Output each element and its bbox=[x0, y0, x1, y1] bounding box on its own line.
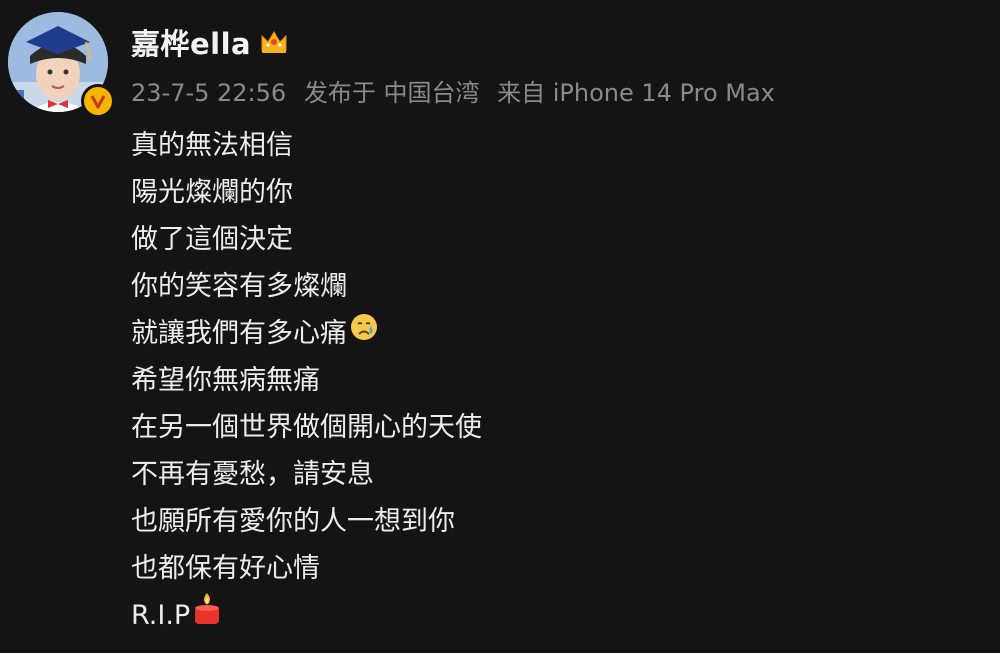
post-line: 希望你無病無痛 bbox=[131, 365, 320, 396]
post-line: 也都保有好心情 bbox=[131, 553, 320, 584]
post-line: 不再有憂愁，請安息 bbox=[131, 459, 374, 490]
post-meta: 23-7-5 22:56 发布于 中国台湾 来自 iPhone 14 Pro M… bbox=[131, 73, 785, 108]
post-content: 真的無法相信 陽光燦爛的你 做了這個決定 你的笑容有多燦爛 就讓我們有多心痛 希… bbox=[131, 122, 971, 639]
post-line: 陽光燦爛的你 bbox=[131, 177, 293, 208]
post-line: 做了這個決定 bbox=[131, 224, 293, 255]
crown-icon bbox=[259, 28, 289, 56]
username[interactable]: 嘉桦ella bbox=[131, 21, 251, 63]
location-label: 发布于 中国台湾 bbox=[303, 79, 480, 107]
device-label: 来自 iPhone 14 Pro Max bbox=[497, 79, 775, 107]
timestamp: 23-7-5 22:56 bbox=[131, 79, 287, 107]
verified-badge-icon bbox=[81, 84, 115, 118]
username-row: 嘉桦ella bbox=[131, 22, 289, 62]
weibo-post: 嘉桦ella 23-7-5 22:56 发布于 中国台湾 来自 iPhone 1… bbox=[0, 0, 1000, 653]
post-line: 也願所有愛你的人一想到你 bbox=[131, 506, 455, 537]
candle-icon bbox=[192, 591, 222, 640]
post-line: 就讓我們有多心痛 bbox=[131, 310, 971, 357]
post-line: R.I.P bbox=[131, 592, 971, 639]
post-line: 真的無法相信 bbox=[131, 130, 293, 161]
post-line: 你的笑容有多燦爛 bbox=[131, 271, 347, 302]
post-line: 在另一個世界做個開心的天使 bbox=[131, 412, 482, 443]
crying-face-icon bbox=[349, 310, 379, 357]
